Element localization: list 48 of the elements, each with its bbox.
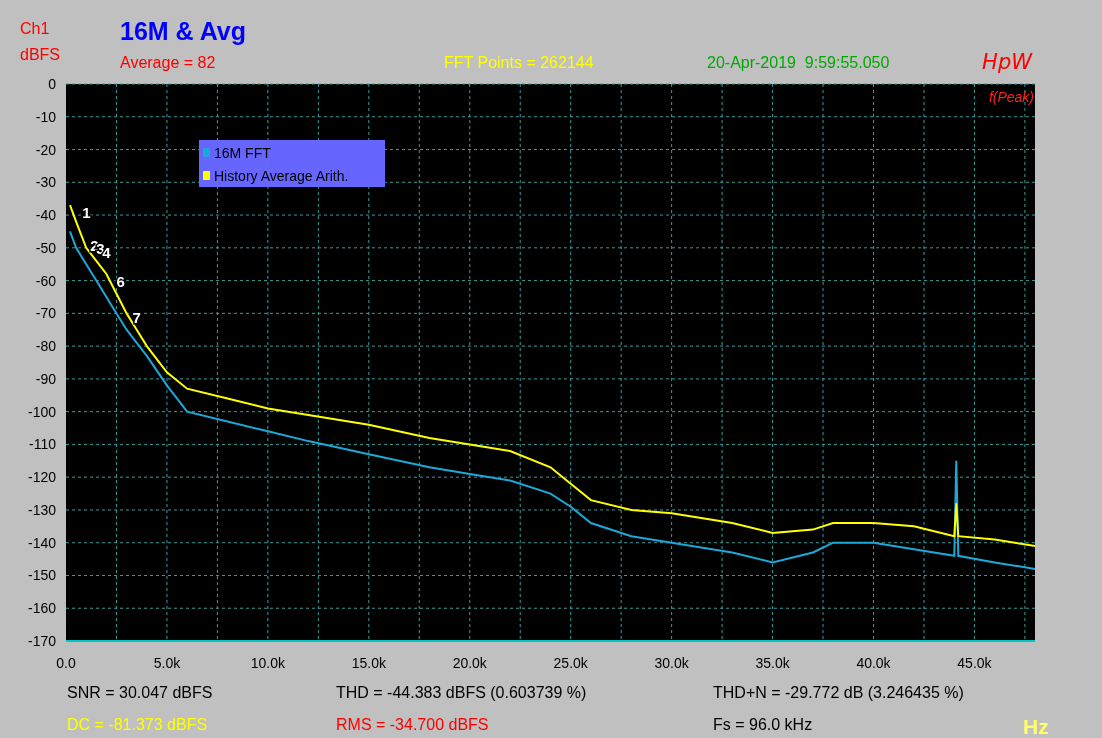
x-tick-label: 40.0k [856,655,891,671]
x-tick-label: 30.0k [654,655,689,671]
y-tick-label: -140 [27,534,56,551]
stat-readout: SNR = 30.047 dBFS [67,684,214,703]
y-tick-label: -90 [35,370,56,387]
y-tick-label: -80 [35,338,56,355]
x-tick-label: 35.0k [755,655,790,671]
y-tick-label: -70 [35,305,56,322]
y-tick-label: -100 [27,403,56,420]
unit-label: dBFS [20,46,61,64]
x-tick-label: 0.0 [56,655,76,671]
peak-marker: 6 [116,273,125,291]
y-tick-label: -160 [27,600,56,617]
y-tick-label: -150 [27,567,56,584]
channel-label: Ch1 [20,20,51,38]
x-unit-label: Hz [1022,714,1049,738]
y-tick-label: -130 [27,501,56,518]
stat-readout: Fs = 96.0 kHz [713,716,814,735]
x-tick-label: 10.0k [250,655,285,671]
peak-marker: 1 [82,204,91,222]
peak-mode-label: f(Peak) [988,89,1034,105]
y-tick-label: 0 [48,76,56,92]
fft-points: FFT Points = 262144 [444,54,595,72]
x-tick-label: 45.0k [957,655,992,671]
legend-label: 16M FFT [214,145,271,161]
logo-text: HpW [982,49,1034,76]
y-tick-label: -40 [35,207,56,224]
x-tick-label: 15.0k [351,655,386,671]
y-tick-label: -60 [35,272,56,289]
stat-readout: THD+N = -29.772 dB (3.246435 %) [713,684,965,703]
peak-marker: 7 [132,309,141,327]
timestamp: 20-Apr-2019 9:59:55.050 [707,54,890,72]
y-tick-label: -110 [29,436,56,453]
stat-readout: RMS = -34.700 dBFS [336,716,490,735]
y-tick-label: -30 [35,174,56,191]
x-tick-label: 25.0k [553,655,588,671]
average-count: Average = 82 [120,54,217,72]
x-tick-label: 20.0k [452,655,487,671]
legend-label: History Average Arith. [214,168,349,184]
y-tick-label: -120 [27,469,56,486]
y-tick-label: -170 [27,633,56,649]
y-tick-label: -10 [35,108,56,125]
x-tick-label: 5.0k [153,655,181,671]
stat-readout: DC = -81.373 dBFS [67,716,209,735]
y-tick-label: -20 [35,141,56,158]
chart-title: 16M & Avg [120,16,247,46]
stat-readout: THD = -44.383 dBFS (0.603739 %) [336,684,588,703]
y-tick-label: -50 [35,239,56,256]
